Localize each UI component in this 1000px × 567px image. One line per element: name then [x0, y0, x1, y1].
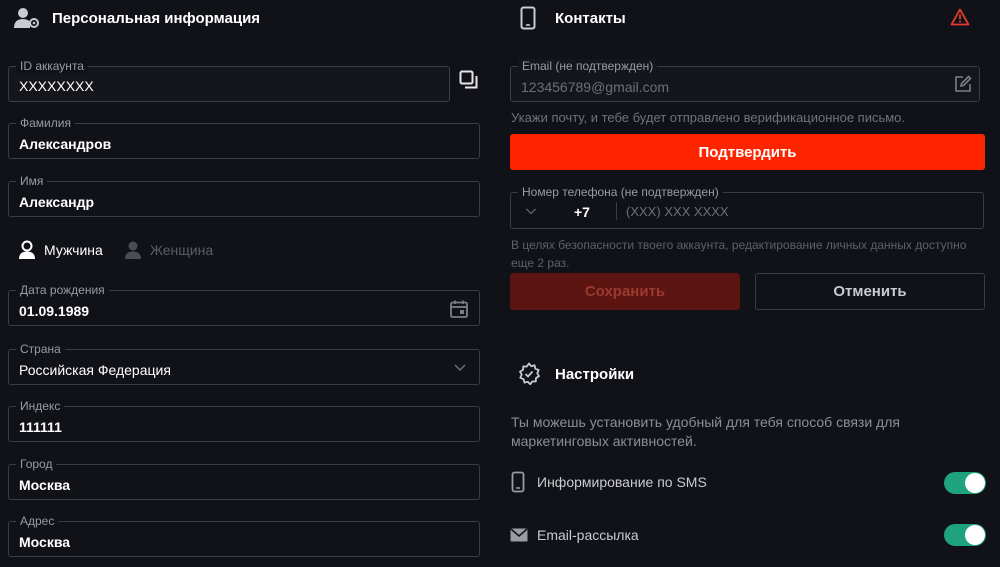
gender-female-label: Женщина — [150, 242, 214, 258]
security-hint: В целях безопасности твоего аккаунта, ре… — [511, 238, 967, 270]
phone-field[interactable]: Номер телефона (не подтвержден) +7 (XXX)… — [510, 185, 984, 229]
email-field[interactable]: Email (не подтвержден) 123456789@gmail.c… — [510, 59, 980, 102]
phone-country-code: +7 — [574, 204, 590, 220]
envelope-icon — [510, 528, 528, 542]
city-value: Москва — [19, 477, 71, 493]
toggle-knob — [965, 525, 985, 545]
chevron-down-icon[interactable] — [525, 207, 537, 215]
postal-code-label: Индекс — [16, 399, 65, 413]
address-value: Москва — [19, 534, 71, 550]
last-name-value: Александров — [19, 136, 112, 152]
address-label: Адрес — [16, 514, 59, 528]
postal-code-field[interactable]: Индекс 111111 — [8, 399, 480, 442]
sms-toggle[interactable] — [944, 472, 986, 494]
birth-date-label: Дата рождения — [16, 283, 109, 297]
first-name-value: Александр — [19, 194, 95, 210]
settings-title: Настройки — [555, 365, 635, 383]
city-label: Город — [16, 457, 57, 471]
email-hint: Укажи почту, и тебе будет отправлено вер… — [511, 110, 906, 125]
setting-email-label: Email-рассылка — [537, 527, 639, 543]
contacts-title: Контакты — [555, 9, 626, 27]
first-name-field[interactable]: Имя Александр — [8, 174, 480, 217]
gear-check-icon — [517, 362, 541, 386]
contacts-header: Контакты — [519, 6, 626, 30]
email-value: 123456789@gmail.com — [521, 79, 670, 95]
copy-icon[interactable] — [459, 70, 479, 90]
contacts-panel: Контакты Email (не подтвержден) 12345678… — [495, 0, 1000, 567]
setting-email: Email-рассылка — [510, 524, 639, 546]
first-name-label: Имя — [16, 174, 48, 188]
settings-description: Ты можешь установить удобный для тебя сп… — [511, 414, 900, 449]
account-id-value: XXXXXXXX — [19, 78, 94, 94]
gender-male-option[interactable]: Мужчина — [18, 239, 103, 261]
gender-male-label: Мужчина — [44, 242, 103, 258]
phone-input[interactable]: (XXX) XXX XXXX — [626, 204, 729, 219]
settings-header: Настройки — [517, 361, 634, 387]
personal-info-header: Персональная информация — [14, 6, 260, 30]
warning-icon — [950, 8, 970, 26]
country-select[interactable]: Страна Российская Федерация — [8, 342, 480, 385]
calendar-icon[interactable] — [449, 299, 469, 319]
page-title: Персональная информация — [52, 9, 261, 27]
account-id-field: ID аккаунта XXXXXXXX — [8, 59, 450, 102]
last-name-label: Фамилия — [16, 116, 75, 130]
postal-code-value: 111111 — [19, 419, 62, 435]
setting-sms-label: Информирование по SMS — [537, 474, 707, 490]
confirm-button[interactable]: Подтвердить — [510, 134, 985, 170]
phone-icon — [511, 471, 525, 493]
country-value: Российская Федерация — [19, 362, 171, 378]
birth-date-field[interactable]: Дата рождения 01.09.1989 — [8, 283, 480, 326]
address-field[interactable]: Адрес Москва — [8, 514, 480, 557]
cancel-button[interactable]: Отменить — [755, 273, 985, 310]
phone-label: Номер телефона (не подтвержден) — [518, 185, 723, 199]
chevron-down-icon[interactable] — [453, 362, 467, 372]
toggle-knob — [965, 473, 985, 493]
city-field[interactable]: Город Москва — [8, 457, 480, 500]
female-user-icon — [124, 240, 142, 260]
user-settings-icon — [14, 7, 40, 29]
divider — [616, 202, 617, 220]
email-label: Email (не подтвержден) — [518, 59, 658, 73]
save-button[interactable]: Сохранить — [510, 273, 740, 310]
setting-sms: Информирование по SMS — [511, 471, 707, 493]
last-name-field[interactable]: Фамилия Александров — [8, 116, 480, 159]
edit-icon[interactable] — [953, 74, 973, 94]
account-id-label: ID аккаунта — [16, 59, 88, 73]
phone-icon — [519, 6, 537, 30]
birth-date-value: 01.09.1989 — [19, 303, 90, 319]
male-user-icon — [18, 240, 36, 260]
country-label: Страна — [16, 342, 65, 356]
gender-female-option[interactable]: Женщина — [124, 239, 213, 261]
email-toggle[interactable] — [944, 524, 986, 546]
